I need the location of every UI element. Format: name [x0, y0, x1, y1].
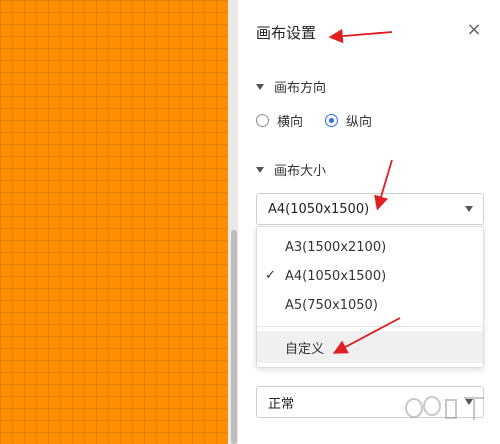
canvas-area[interactable]: [0, 0, 228, 444]
panel-title: 画布设置: [256, 24, 317, 42]
size-header-label: 画布大小: [274, 164, 327, 179]
radio-portrait[interactable]: 纵向: [325, 111, 372, 130]
scrollbar-thumb[interactable]: [231, 230, 237, 444]
size-option-custom[interactable]: 自定义: [257, 331, 483, 363]
radio-landscape-circle[interactable]: [256, 114, 269, 127]
orientation-radio-group: 横向 纵向: [256, 111, 394, 130]
orientation-section-header[interactable]: 画布方向: [256, 77, 326, 96]
size-option-a3-label: A3(1500x2100): [285, 240, 387, 255]
radio-landscape-label: 横向: [277, 115, 304, 130]
radio-landscape[interactable]: 横向: [256, 111, 303, 130]
collapse-triangle-icon: [256, 83, 264, 90]
size-option-a5[interactable]: A5(750x1050): [257, 291, 483, 320]
size-dropdown-menu: A3(1500x2100) ✓ A4(1050x1500) A5(750x105…: [256, 226, 484, 368]
dropdown-divider: [257, 326, 483, 327]
collapse-triangle-icon: [256, 166, 264, 173]
size-option-a5-label: A5(750x1050): [285, 298, 378, 313]
close-icon[interactable]: ×: [464, 20, 484, 40]
radio-portrait-circle[interactable]: [325, 114, 339, 127]
size-select-value: A4(1050x1500): [268, 201, 370, 217]
baidu-watermark-logo: [405, 396, 484, 420]
orientation-header-label: 画布方向: [274, 81, 327, 96]
radio-portrait-label: 纵向: [346, 115, 373, 130]
check-icon: ✓: [265, 268, 276, 283]
chevron-down-icon: [465, 206, 473, 212]
mode-select-value: 正常: [268, 396, 295, 412]
size-option-a3[interactable]: A3(1500x2100): [257, 233, 483, 262]
size-select[interactable]: A4(1050x1500): [256, 193, 484, 225]
canvas-settings-panel: 画布设置 × 画布方向 横向 纵向 画布大小 A4(1050x1500) A3(…: [238, 0, 500, 444]
size-option-a4[interactable]: ✓ A4(1050x1500): [257, 262, 483, 291]
size-option-custom-label: 自定义: [285, 341, 325, 357]
size-section-header[interactable]: 画布大小: [256, 160, 326, 179]
screen: 画布设置 × 画布方向 横向 纵向 画布大小 A4(1050x1500) A3(…: [0, 0, 500, 444]
size-option-a4-label: A4(1050x1500): [285, 269, 387, 284]
